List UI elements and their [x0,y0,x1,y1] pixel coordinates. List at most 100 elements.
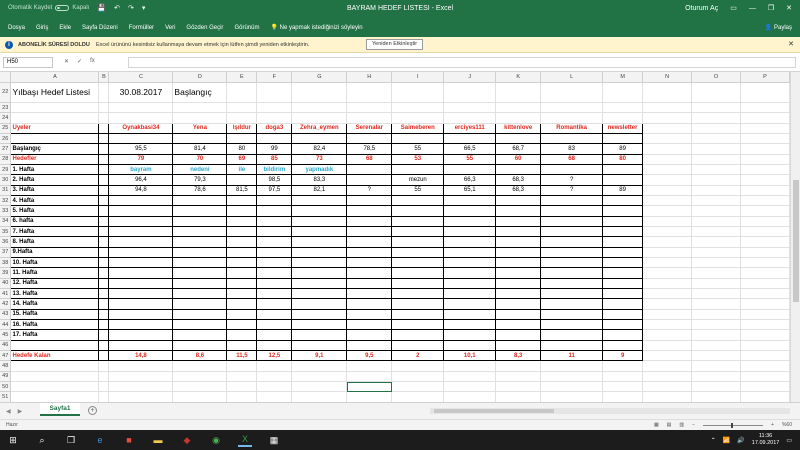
cell[interactable] [540,360,604,372]
cell[interactable] [172,102,228,114]
cell[interactable] [98,82,110,103]
cell[interactable] [256,339,293,352]
cell[interactable] [642,174,693,186]
cell[interactable] [10,360,100,372]
cell[interactable] [642,164,693,176]
cell[interactable] [98,277,110,290]
cell[interactable] [443,225,497,238]
cell[interactable] [495,163,542,176]
cell[interactable] [540,391,604,402]
cell[interactable] [602,381,644,393]
cell[interactable] [391,163,445,176]
cell[interactable] [10,371,100,383]
cell[interactable] [108,329,174,341]
cell[interactable] [256,215,293,227]
cell[interactable] [346,112,393,124]
cell[interactable] [172,298,228,310]
mcafee-icon[interactable]: ◆ [180,433,194,447]
cell[interactable] [256,288,293,300]
cell[interactable] [256,298,293,310]
ribbon-tab[interactable]: Veri [165,25,175,31]
column-header[interactable]: M [602,72,644,83]
cell[interactable] [10,132,100,145]
ribbon-tab[interactable]: Ekle [59,25,71,31]
cell[interactable] [495,329,542,341]
cell[interactable] [691,205,741,217]
cell[interactable]: 8,6 [172,350,228,362]
cell[interactable] [691,123,741,134]
cell[interactable] [346,236,393,248]
cell[interactable] [391,381,445,393]
cell[interactable]: 82,1 [291,184,348,196]
cell[interactable]: 89 [602,184,644,196]
row-header[interactable]: 29 [0,164,12,176]
cell[interactable]: Romantika [540,122,604,134]
cell[interactable]: 13. Hafta [10,288,100,300]
cell[interactable] [98,391,110,402]
cell[interactable] [256,246,293,259]
cell[interactable] [98,205,110,217]
volume-icon[interactable]: 🔊 [737,437,744,444]
cell[interactable] [346,277,393,290]
cell[interactable] [226,194,258,207]
cell[interactable] [691,195,741,207]
cell[interactable] [740,371,790,383]
cell[interactable] [602,288,644,300]
cell[interactable] [495,308,542,321]
search-icon[interactable]: ⌕ [35,433,49,447]
cell[interactable] [346,319,393,331]
column-header[interactable]: B [98,72,110,83]
cell[interactable]: 10,1 [443,350,497,362]
cell[interactable] [391,329,445,341]
cell[interactable] [443,82,497,103]
cell[interactable]: Üyeler [10,122,100,134]
cell[interactable]: 70 [172,153,228,165]
cell[interactable]: 15. Hafta [10,308,100,321]
column-header[interactable]: A [10,72,100,83]
cell[interactable] [691,247,741,259]
cell[interactable] [443,112,497,124]
cell[interactable]: 14. Hafta [10,298,100,310]
cell[interactable] [495,391,542,402]
cell[interactable] [226,298,258,310]
cell[interactable] [691,236,741,248]
cell[interactable] [495,319,542,331]
cell[interactable]: 9.Hafta [10,246,100,259]
cell[interactable] [495,256,542,269]
cell[interactable] [602,112,644,124]
cell[interactable]: 55 [391,184,445,196]
cell[interactable] [691,164,741,176]
cell[interactable] [98,371,110,383]
cell[interactable] [226,112,258,124]
cell[interactable] [691,257,741,269]
cell[interactable] [495,132,542,145]
cell[interactable] [443,391,497,402]
cell[interactable] [256,82,293,103]
cell[interactable] [98,225,110,238]
row-header[interactable]: 34 [0,216,12,227]
cell[interactable] [391,308,445,321]
cell[interactable] [495,215,542,227]
cell[interactable]: 65,1 [443,184,497,196]
cell[interactable] [346,267,393,279]
cell[interactable] [346,205,393,217]
cell[interactable]: 55 [391,143,445,155]
cell[interactable] [740,319,790,331]
cell[interactable] [540,256,604,269]
row-header[interactable]: 35 [0,226,12,238]
row-header[interactable]: 47 [0,350,12,362]
cell[interactable] [642,102,693,114]
cell[interactable] [98,339,110,352]
cell[interactable]: bayram [108,163,174,176]
cell[interactable] [642,360,693,372]
row-header[interactable]: 38 [0,257,12,269]
cell[interactable]: 3. Hafta [10,184,100,196]
share-button[interactable]: 👤 Paylaş [765,24,792,31]
cell[interactable] [108,205,174,217]
cell[interactable] [291,102,348,114]
ribbon-tab[interactable]: Dosya [8,25,25,31]
cell[interactable] [740,298,790,310]
cell[interactable] [602,308,644,321]
cell[interactable] [256,360,293,372]
cell[interactable] [540,246,604,259]
